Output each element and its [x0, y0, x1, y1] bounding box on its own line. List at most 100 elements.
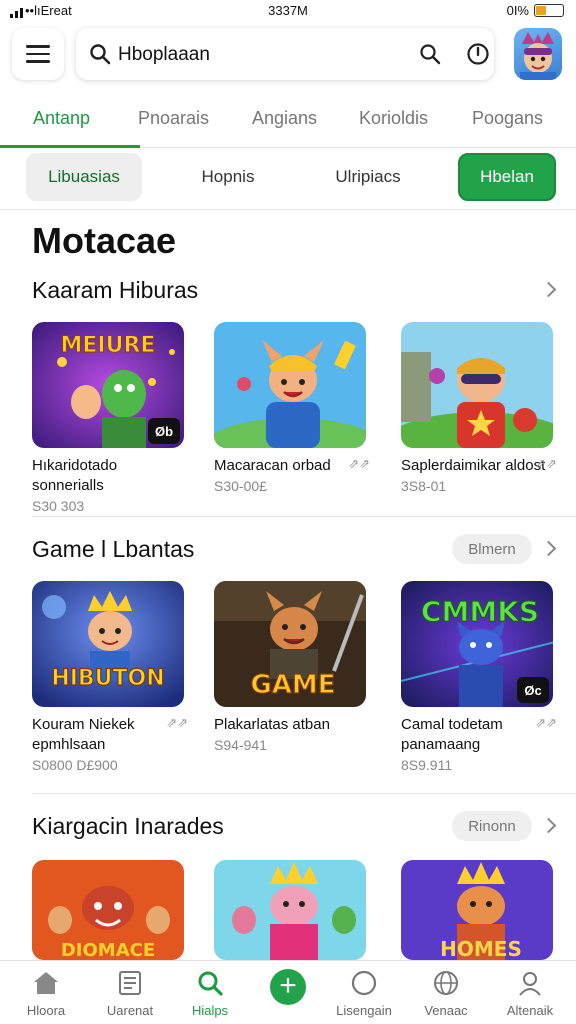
nav-label: Uarenat	[106, 1003, 154, 1018]
status-bar: ••lıEreat 3337M 0I%	[0, 0, 576, 22]
see-more-button[interactable]: Blmern	[452, 534, 532, 564]
home-icon	[34, 972, 58, 994]
section-title: Kaaram Hiburas	[32, 277, 199, 303]
app-price: S0800 D£900	[32, 757, 118, 773]
share-icon[interactable]: ⇗⇗	[166, 715, 188, 731]
app-thumbnail	[214, 860, 366, 960]
nav-label: Altenaik	[506, 1003, 554, 1018]
tab-4[interactable]: Korioldis	[359, 108, 428, 129]
bottom-navigation: Hloora Uarenat Hialps + Lisengain Venaac…	[0, 960, 576, 1024]
chip-primary-button[interactable]: Hbelan	[458, 153, 556, 201]
nav-home[interactable]: Hloora	[6, 967, 86, 1018]
hamburger-line	[26, 60, 50, 63]
age-badge: Øb	[148, 418, 180, 444]
see-more-button[interactable]: Rinonn	[452, 811, 532, 841]
chip-3[interactable]: Ulripiacs	[318, 153, 418, 201]
globe-icon	[434, 971, 458, 995]
app-card[interactable]: Macaracan orbad S30-00£ ⇗⇗	[214, 322, 372, 494]
battery-percent: 0I%	[506, 3, 529, 18]
nav-list[interactable]: Uarenat	[90, 967, 170, 1018]
hamburger-line	[26, 45, 50, 48]
app-name: Saplerdaimikar aldost	[401, 457, 546, 474]
app-thumbnail	[401, 322, 553, 448]
nav-label: Venaac	[424, 1003, 468, 1018]
search-value: Hboplaaan	[118, 44, 210, 65]
share-icon[interactable]: ⇗⇗	[535, 456, 557, 472]
app-card[interactable]: HOMES	[401, 860, 559, 960]
nav-add[interactable]: +	[248, 967, 328, 1007]
app-card[interactable]: CMMKS Øc Camal todetam panamaang 8S9.911…	[401, 581, 559, 773]
search-icon	[90, 44, 111, 65]
profile-icon	[519, 972, 541, 996]
app-card[interactable]	[214, 860, 372, 960]
power-icon[interactable]	[466, 42, 490, 66]
active-tab-indicator	[0, 145, 140, 148]
app-card[interactable]: Saplerdaimikar aldost 3S8-01 ⇗⇗	[401, 322, 559, 494]
top-bar: Hboplaaan	[10, 26, 566, 82]
app-price: 8S9.911	[401, 757, 453, 773]
app-thumbnail: HOMES	[401, 860, 553, 960]
app-name: Hıkaridotado sonnerialls	[32, 457, 118, 494]
hamburger-line	[26, 52, 50, 56]
nav-label: Lisengain	[336, 1003, 392, 1018]
nav-label: Hloora	[26, 1003, 66, 1018]
tab-1[interactable]: Antanp	[33, 108, 90, 129]
app-thumbnail: MEIURE Øb	[32, 322, 184, 448]
chevron-right-icon[interactable]	[540, 817, 557, 834]
nav-profile[interactable]: Altenaik	[490, 967, 570, 1018]
nav-circle[interactable]: Lisengain	[324, 967, 404, 1018]
app-thumbnail: CMMKS Øc	[401, 581, 553, 707]
circle-icon	[351, 970, 377, 996]
app-card[interactable]: HIBUTON Kouram Niekek epmhlsaan S0800 D£…	[32, 581, 190, 773]
category-tabs: Antanp Pnoarais Angians Korioldis Poogan…	[0, 98, 576, 148]
app-name: Kouram Niekek epmhlsaan	[32, 716, 135, 753]
app-price: S94-941	[214, 737, 267, 753]
chip-2[interactable]: Hopnis	[178, 153, 278, 201]
menu-button[interactable]	[12, 28, 64, 80]
chip-1[interactable]: Libuasias	[26, 153, 142, 201]
section-divider	[32, 516, 576, 517]
filter-chips: Libuasias Hopnis Ulripiacs Hbelan	[0, 150, 576, 210]
search-icon	[198, 971, 223, 996]
share-icon[interactable]: ⇗⇗	[535, 715, 557, 731]
clock: 3337M	[268, 3, 308, 18]
app-card[interactable]: GAME Plakarlatas atban S94-941	[214, 581, 372, 753]
app-card[interactable]: DIOMACE	[32, 860, 190, 960]
section-title: Kiargacin Inarades	[32, 813, 224, 839]
app-name: Camal todetam panamaang	[401, 716, 503, 753]
age-badge: Øc	[517, 677, 549, 703]
app-thumbnail: GAME	[214, 581, 366, 707]
search-input[interactable]: Hboplaaan	[76, 28, 494, 80]
thumb-title: CMMKS	[421, 595, 539, 628]
battery-indicator: 0I%	[507, 3, 564, 18]
app-thumbnail	[214, 322, 366, 448]
nav-search[interactable]: Hialps	[170, 967, 250, 1018]
app-price: 3S8-01	[401, 478, 447, 494]
list-icon	[119, 971, 141, 995]
chevron-right-icon[interactable]	[540, 281, 557, 298]
battery-icon	[534, 4, 564, 17]
search-submit-icon[interactable]	[418, 42, 442, 66]
thumb-title: HIBUTON	[51, 666, 164, 691]
app-name: Macaracan orbad	[214, 457, 331, 474]
section-title: Game l Lbantas	[32, 536, 195, 562]
nav-globe[interactable]: Venaac	[406, 967, 486, 1018]
chevron-right-icon[interactable]	[540, 540, 557, 557]
app-price: S30-00£	[214, 478, 267, 494]
nav-label: Hialps	[191, 1003, 229, 1018]
tab-5[interactable]: Poogans	[472, 108, 543, 129]
tab-2[interactable]: Pnoarais	[138, 108, 209, 129]
tab-3[interactable]: Angians	[252, 108, 317, 129]
thumb-title: HOMES	[440, 937, 522, 960]
page-title: Motacae	[32, 220, 177, 261]
app-thumbnail: HIBUTON	[32, 581, 184, 707]
section-divider	[32, 793, 576, 794]
thumb-title: GAME	[250, 670, 335, 700]
app-thumbnail: DIOMACE	[32, 860, 184, 960]
share-icon[interactable]: ⇗⇗	[348, 456, 370, 472]
avatar[interactable]	[514, 28, 562, 80]
thumb-title: MEIURE	[61, 333, 156, 358]
app-card[interactable]: MEIURE Øb Hıkaridotado sonnerialls S30 3…	[32, 322, 190, 514]
add-icon: +	[270, 969, 306, 1005]
app-price: S30 303	[32, 498, 85, 514]
